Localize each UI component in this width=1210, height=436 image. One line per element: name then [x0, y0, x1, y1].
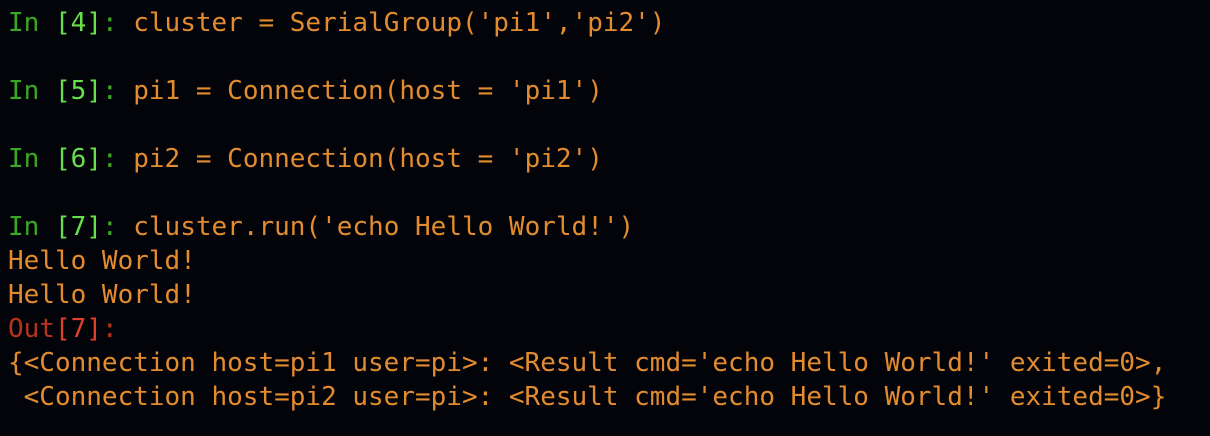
in-prompt-number: [5]: [54, 76, 102, 106]
result-line: {<Connection host=pi1 user=pi>: <Result …: [8, 348, 1167, 378]
output-prompt-7: Out[7]:: [8, 312, 1210, 346]
ipython-terminal[interactable]: In [4]: cluster = SerialGroup('pi1','pi2…: [0, 0, 1210, 436]
code-text: cluster = SerialGroup('pi1','pi2'): [133, 8, 666, 38]
stdout-line: Hello World!: [8, 280, 196, 310]
in-prompt-suffix: :: [101, 212, 134, 242]
input-line-7: In [7]: cluster.run('echo Hello World!'): [8, 210, 1210, 244]
stdout-line: Hello World!: [8, 246, 196, 276]
out-prompt-suffix: :: [101, 314, 118, 344]
out-prompt-number: [7]: [54, 314, 102, 344]
in-prompt-number: [6]: [54, 144, 102, 174]
code-text: pi1 = Connection(host = 'pi1'): [133, 76, 603, 106]
in-prompt-suffix: :: [101, 8, 134, 38]
code-text: cluster.run('echo Hello World!'): [133, 212, 635, 242]
input-line-5: In [5]: pi1 = Connection(host = 'pi1'): [8, 74, 1210, 108]
in-prompt-number: [7]: [54, 212, 102, 242]
result-line: <Connection host=pi2 user=pi>: <Result c…: [8, 382, 1167, 412]
out-prompt-label: Out: [8, 314, 55, 344]
in-prompt-suffix: :: [101, 144, 134, 174]
in-prompt-label: In: [8, 8, 55, 38]
in-prompt-label: In: [8, 212, 55, 242]
code-text: pi2 = Connection(host = 'pi2'): [133, 144, 603, 174]
in-prompt-label: In: [8, 144, 55, 174]
in-prompt-suffix: :: [101, 76, 134, 106]
input-line-4: In [4]: cluster = SerialGroup('pi1','pi2…: [8, 6, 1210, 40]
in-prompt-label: In: [8, 76, 55, 106]
in-prompt-number: [4]: [54, 8, 102, 38]
input-line-6: In [6]: pi2 = Connection(host = 'pi2'): [8, 142, 1210, 176]
